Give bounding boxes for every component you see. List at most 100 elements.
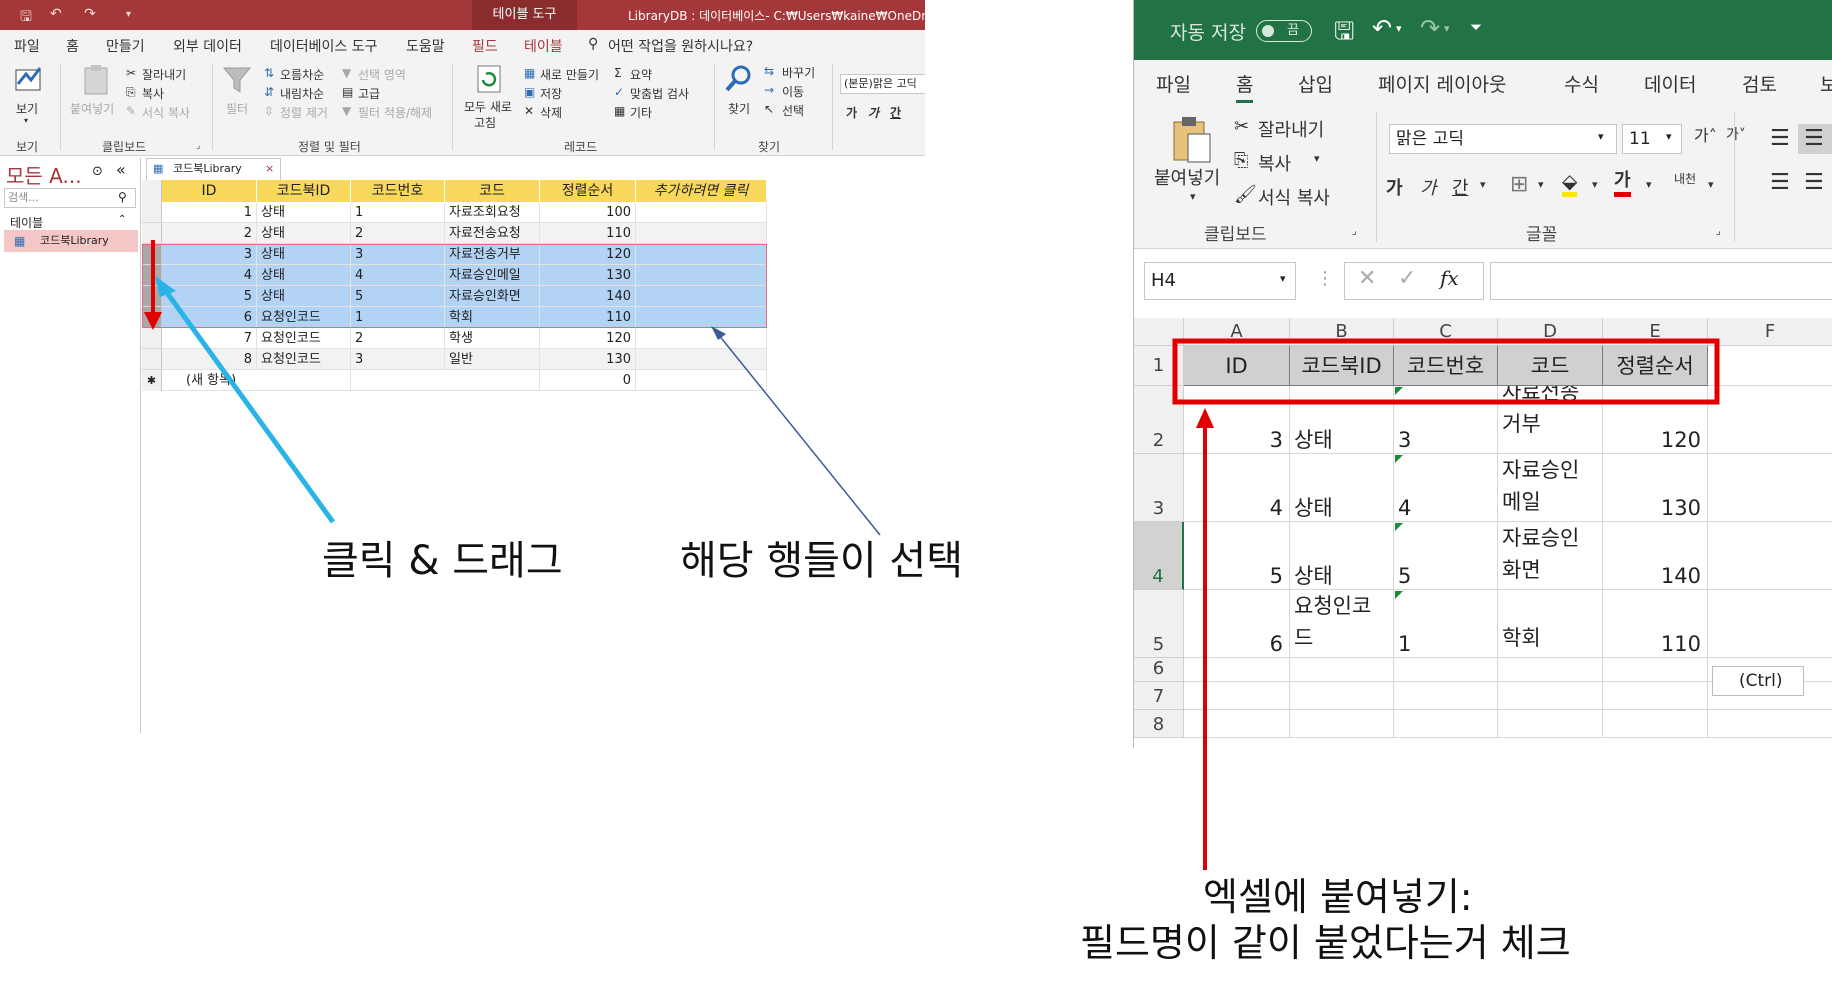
cell-codebook-id[interactable]: 상태 (1290, 386, 1394, 454)
sort-ascending-icon[interactable]: ⇅ (264, 66, 274, 80)
more-icon[interactable]: ▦ (614, 104, 625, 118)
cell-code[interactable]: 자료승인 메일 (1498, 454, 1603, 522)
cut-icon[interactable]: ✂ (1234, 116, 1249, 137)
font-size-dropdown-icon[interactable]: ▾ (1666, 130, 1672, 143)
row-header-3[interactable]: 3 (1134, 454, 1184, 522)
table-cell[interactable]: 3 (351, 349, 445, 370)
fill-color-icon[interactable]: ⬙ (1562, 170, 1578, 197)
view-dropdown-icon[interactable]: ▾ (24, 116, 28, 125)
row-selector[interactable] (142, 202, 162, 223)
sort-descending-icon[interactable]: ⇵ (264, 85, 274, 99)
table-cell[interactable]: 140 (540, 286, 636, 307)
refresh-all-icon[interactable] (474, 64, 504, 94)
cell-sort-order[interactable]: 120 (1603, 386, 1708, 454)
phonetic-dropdown-icon[interactable]: ▾ (1708, 178, 1714, 191)
worksheet-cell[interactable] (1708, 590, 1832, 658)
tell-me-search-icon[interactable]: ⚲ (588, 36, 598, 52)
totals-icon[interactable]: Σ (614, 66, 622, 80)
replace-button[interactable]: 바꾸기 (782, 64, 815, 81)
clipboard-launcher-icon[interactable]: ⌟ (1352, 226, 1357, 237)
cell-id[interactable]: 5 (1184, 522, 1290, 590)
select-icon[interactable]: ↖ (764, 102, 774, 116)
font-name-dropdown-icon[interactable]: ▾ (1598, 130, 1604, 143)
table-cell[interactable]: 4 (351, 265, 445, 286)
row-selector[interactable] (142, 265, 162, 286)
cell-sort-order[interactable]: 110 (1603, 590, 1708, 658)
align-left-icon[interactable]: ☰ (1770, 170, 1790, 195)
cell-sort-order[interactable]: 130 (1603, 454, 1708, 522)
worksheet-cell[interactable] (1498, 710, 1603, 738)
table-cell[interactable]: 요청인코드 (257, 328, 351, 349)
tab-external-data[interactable]: 외부 데이터 (173, 36, 242, 56)
table-cell[interactable]: 3 (162, 244, 257, 265)
worksheet-cell[interactable] (1394, 682, 1498, 710)
tab-fields[interactable]: 필드 (472, 36, 498, 56)
clipboard-launcher-icon[interactable]: ⌟ (196, 141, 200, 151)
fill-color-dropdown-icon[interactable]: ▾ (1592, 178, 1598, 191)
worksheet-cell[interactable] (1708, 346, 1832, 386)
col-header-click-to-add[interactable]: 추가하려면 클릭 (636, 180, 767, 202)
redo-icon[interactable]: ↷ (84, 6, 96, 22)
cut-button[interactable]: 잘라내기 (142, 66, 186, 83)
name-box[interactable]: H4 (1144, 262, 1296, 300)
header-cell[interactable]: ID (1184, 346, 1290, 386)
customize-qat-icon[interactable]: ⏷ (1470, 18, 1482, 36)
col-header-e[interactable]: E (1603, 318, 1708, 346)
cell-code-number[interactable]: 5 (1394, 522, 1498, 590)
confirm-entry-icon[interactable]: ✓ (1398, 266, 1416, 291)
table-cell[interactable]: 요청인코드 (257, 307, 351, 328)
advanced-icon[interactable]: ▤ (342, 85, 353, 99)
save-record-button[interactable]: 저장 (540, 85, 562, 102)
format-painter-button[interactable]: 서식 복사 (142, 104, 190, 121)
cell-id[interactable]: 4 (1184, 454, 1290, 522)
borders-dropdown-icon[interactable]: ▾ (1538, 178, 1544, 191)
worksheet-cell[interactable] (1290, 658, 1394, 682)
filter-button[interactable]: 필터 (226, 100, 248, 117)
copy-button[interactable]: 복사 (142, 85, 164, 102)
find-icon[interactable] (724, 64, 754, 94)
cell-code-number[interactable]: 1 (1394, 590, 1498, 658)
align-top-icon[interactable]: ☰ (1770, 126, 1790, 151)
table-cell[interactable]: 110 (540, 307, 636, 328)
table-cell[interactable]: 1 (162, 202, 257, 223)
worksheet-cell[interactable] (1394, 658, 1498, 682)
more-button[interactable]: 기타 (630, 104, 652, 121)
row-header-8[interactable]: 8 (1134, 710, 1184, 738)
tab-formulas[interactable]: 수식 (1564, 70, 1599, 97)
table-cell[interactable] (636, 286, 767, 307)
row-header-6[interactable]: 6 (1134, 658, 1184, 682)
header-cell[interactable]: 코드 (1498, 346, 1603, 386)
selection-button[interactable]: 선택 영역 (358, 66, 406, 83)
select-button[interactable]: 선택 (782, 102, 804, 119)
tab-help[interactable]: 도움말 (406, 36, 445, 56)
nav-dropdown-icon[interactable]: ⊙ (92, 164, 103, 179)
copy-icon[interactable]: ⎘ (126, 85, 136, 100)
phonetic-button[interactable]: 내천 (1674, 170, 1696, 187)
table-cell[interactable]: 2 (351, 223, 445, 244)
goto-icon[interactable]: → (764, 83, 774, 97)
row-header-2[interactable]: 2 (1134, 386, 1184, 454)
table-cell[interactable]: 120 (540, 244, 636, 265)
table-cell[interactable]: 자료조회요청 (445, 202, 540, 223)
refresh-all-button-line2[interactable]: 고침 (474, 114, 496, 131)
cell-id[interactable]: 6 (1184, 590, 1290, 658)
table-cell[interactable]: 상태 (257, 223, 351, 244)
tab-data[interactable]: 데이터 (1644, 70, 1696, 97)
nav-collapse-icon[interactable]: « (116, 160, 126, 179)
worksheet-cell[interactable] (1708, 454, 1832, 522)
undo-icon[interactable]: ↶ (1372, 14, 1392, 42)
customize-qat-icon[interactable]: ▾ (126, 9, 131, 20)
tab-file[interactable]: 파일 (14, 36, 40, 56)
remove-sort-icon[interactable]: ⇳ (264, 104, 274, 118)
font-name-box[interactable]: (본문)맑은 고딕 (840, 74, 925, 94)
table-cell[interactable]: 자료승인메일 (445, 265, 540, 286)
tab-page-layout[interactable]: 페이지 레이아웃 (1378, 70, 1506, 97)
worksheet-cell[interactable] (1184, 710, 1290, 738)
table-cell[interactable]: 상태 (257, 265, 351, 286)
font-size-box[interactable]: 11 (1622, 124, 1682, 154)
insert-function-button[interactable]: fx (1440, 266, 1459, 290)
table-cell[interactable]: 자료전송요청 (445, 223, 540, 244)
select-all-corner[interactable] (1134, 318, 1184, 346)
table-cell[interactable] (636, 202, 767, 223)
underline-button[interactable]: 간 (1452, 174, 1469, 200)
